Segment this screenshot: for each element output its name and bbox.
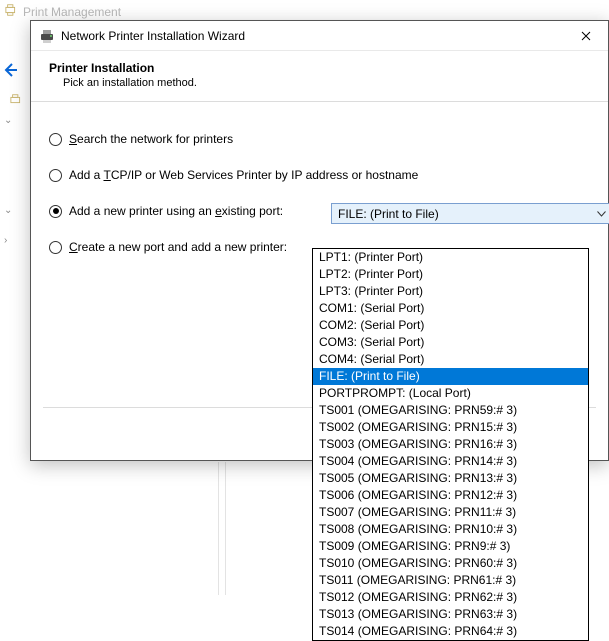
dialog-title: Network Printer Installation Wizard — [61, 29, 563, 43]
dropdown-item[interactable]: TS004 (OMEGARISING: PRN14:# 3) — [313, 453, 588, 470]
radio-icon — [49, 133, 62, 146]
close-icon — [581, 28, 591, 44]
dropdown-item[interactable]: TS013 (OMEGARISING: PRN63:# 3) — [313, 606, 588, 623]
dropdown-item[interactable]: COM4: (Serial Port) — [313, 351, 588, 368]
printer-app-icon — [39, 28, 55, 44]
radio-icon — [49, 205, 62, 218]
dropdown-item[interactable]: TS014 (OMEGARISING: PRN64:# 3) — [313, 623, 588, 640]
header-subtitle: Pick an installation method. — [49, 77, 590, 89]
header-title: Printer Installation — [49, 61, 590, 75]
background-window-title: Print Management — [5, 3, 121, 20]
dropdown-item[interactable]: COM1: (Serial Port) — [313, 300, 588, 317]
radio-tcpip[interactable]: Add a TCP/IP or Web Services Printer by … — [49, 168, 590, 182]
dropdown-item[interactable]: TS001 (OMEGARISING: PRN59:# 3) — [313, 402, 588, 419]
tree-caret-icon: ⌄ — [4, 205, 12, 216]
dropdown-item[interactable]: TS007 (OMEGARISING: PRN11:# 3) — [313, 504, 588, 521]
radio-existing-port[interactable]: Add a new printer using an existing port… — [49, 204, 590, 218]
dropdown-item[interactable]: TS003 (OMEGARISING: PRN16:# 3) — [313, 436, 588, 453]
dropdown-item[interactable]: TS011 (OMEGARISING: PRN61:# 3) — [313, 572, 588, 589]
dropdown-item[interactable]: PORTPROMPT: (Local Port) — [313, 385, 588, 402]
printer-node-icon — [10, 93, 24, 110]
background-left-pane: ⌄ ⌄ › — [0, 20, 30, 595]
dropdown-item[interactable]: TS010 (OMEGARISING: PRN60:# 3) — [313, 555, 588, 572]
dropdown-item[interactable]: TS012 (OMEGARISING: PRN62:# 3) — [313, 589, 588, 606]
dropdown-item[interactable]: TS002 (OMEGARISING: PRN15:# 3) — [313, 419, 588, 436]
wizard-header: Printer Installation Pick an installatio… — [31, 51, 608, 95]
tree-caret-icon: ⌄ — [4, 115, 12, 126]
tree-caret-icon: › — [4, 235, 7, 246]
port-dropdown-list[interactable]: LPT1: (Printer Port)LPT2: (Printer Port)… — [312, 248, 589, 641]
dropdown-item[interactable]: TS006 (OMEGARISING: PRN12:# 3) — [313, 487, 588, 504]
chevron-down-icon — [597, 211, 606, 217]
dropdown-item[interactable]: TS008 (OMEGARISING: PRN10:# 3) — [313, 521, 588, 538]
dropdown-item[interactable]: FILE: (Print to File) — [313, 368, 588, 385]
dropdown-item[interactable]: TS009 (OMEGARISING: PRN9:# 3) — [313, 538, 588, 555]
dropdown-item[interactable]: LPT2: (Printer Port) — [313, 266, 588, 283]
dropdown-item[interactable]: LPT1: (Printer Port) — [313, 249, 588, 266]
dropdown-item[interactable]: TS005 (OMEGARISING: PRN13:# 3) — [313, 470, 588, 487]
radio-label: Create a new port and add a new printer: — [69, 240, 287, 254]
radio-label: Add a new printer using an existing port… — [69, 204, 283, 218]
close-button[interactable] — [563, 21, 608, 51]
background-title-text: Print Management — [23, 5, 121, 19]
dropdown-item[interactable]: LPT3: (Printer Port) — [313, 283, 588, 300]
combo-value: FILE: (Print to File) — [338, 207, 439, 221]
radio-label: Search the network for printers — [69, 132, 233, 146]
radio-search-network[interactable]: Search the network for printers — [49, 132, 590, 146]
radio-icon — [49, 169, 62, 182]
dropdown-item[interactable]: COM3: (Serial Port) — [313, 334, 588, 351]
back-arrow-icon — [2, 62, 18, 78]
existing-port-combo[interactable]: FILE: (Print to File) — [331, 203, 609, 224]
wizard-body: Search the network for printers Add a TC… — [31, 102, 608, 254]
app-backdrop: Print Management ⌄ ⌄ › Network Printer I… — [0, 0, 609, 595]
printer-tree-icon — [5, 3, 19, 20]
background-divider — [218, 462, 226, 595]
titlebar: Network Printer Installation Wizard — [31, 21, 608, 51]
dropdown-item[interactable]: COM2: (Serial Port) — [313, 317, 588, 334]
radio-label: Add a TCP/IP or Web Services Printer by … — [69, 168, 418, 182]
radio-icon — [49, 241, 62, 254]
